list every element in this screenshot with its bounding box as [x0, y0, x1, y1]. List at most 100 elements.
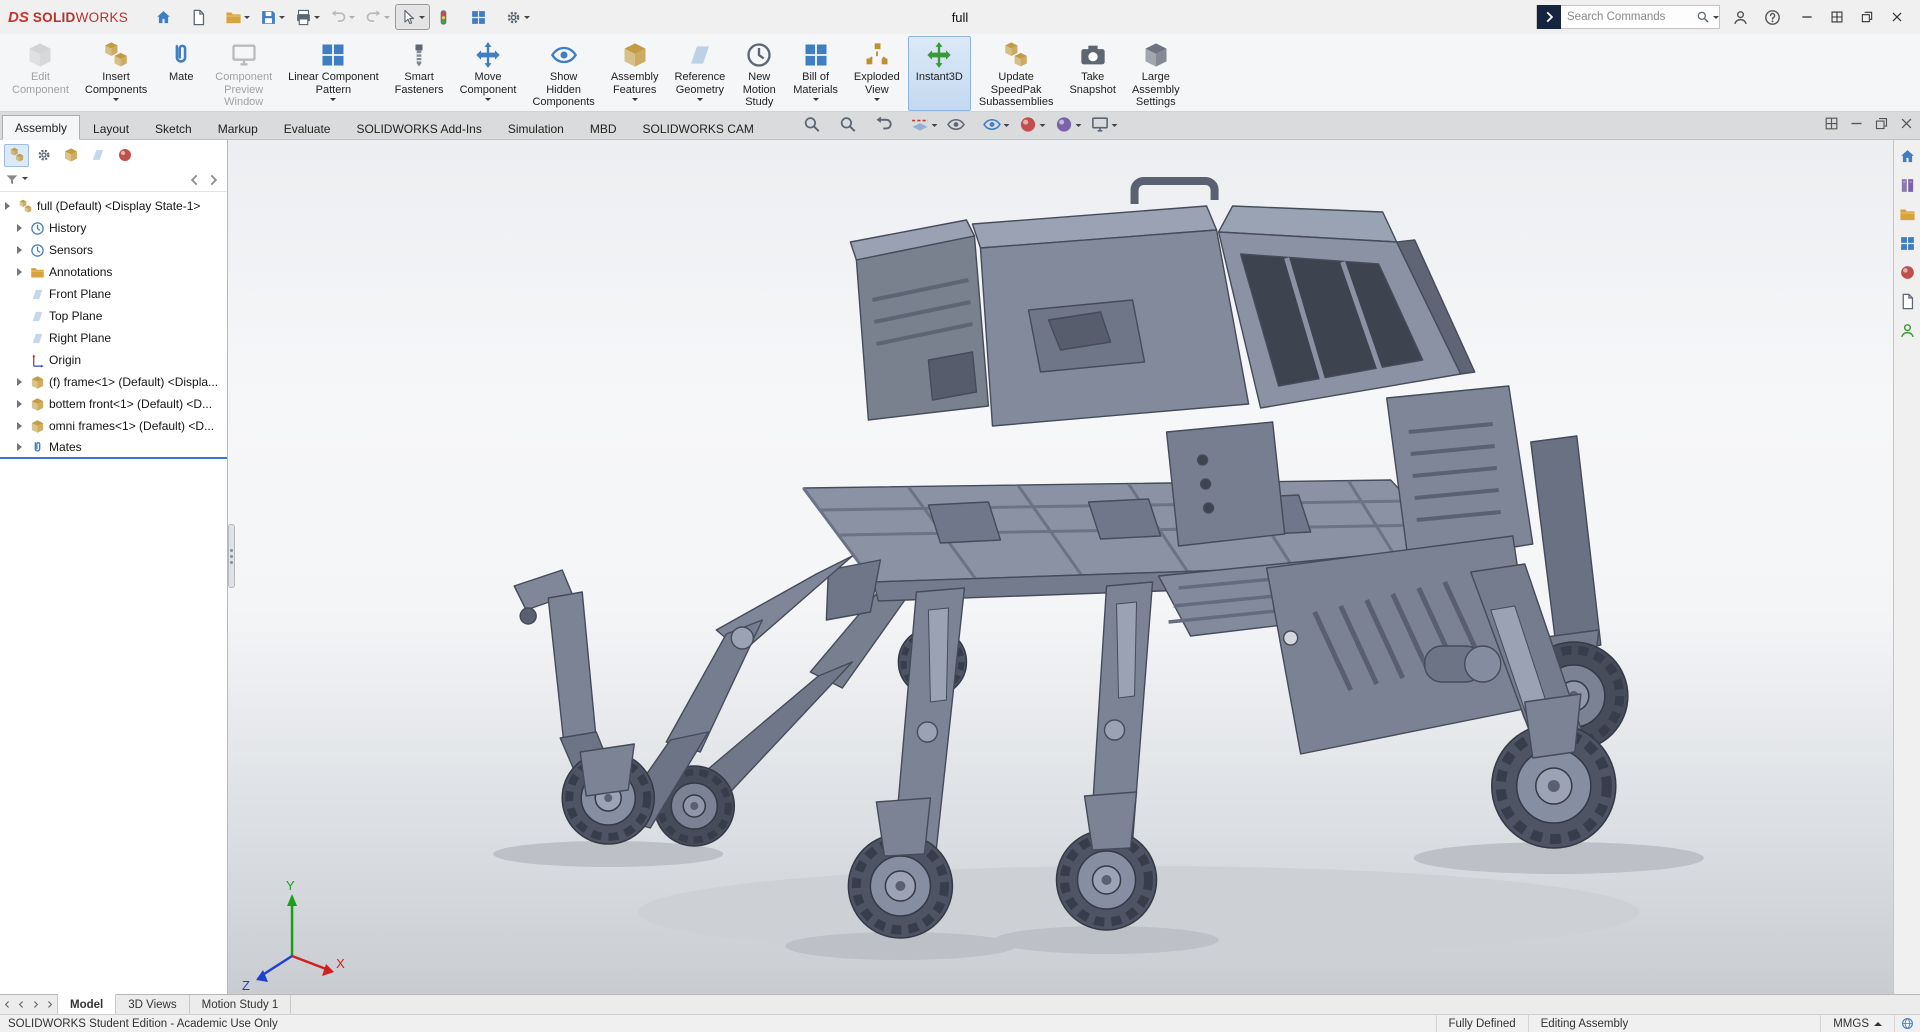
quick-access-button[interactable] — [465, 4, 500, 30]
ribbon-button[interactable]: Reference Geometry — [667, 36, 734, 111]
doc-window-button[interactable] — [1874, 116, 1889, 134]
search-icon[interactable] — [1696, 10, 1710, 24]
manager-tab[interactable] — [58, 144, 83, 167]
ribbon-button[interactable]: Assembly Features — [603, 36, 667, 111]
manager-tab[interactable] — [112, 144, 137, 167]
tree-item[interactable]: Annotations — [0, 261, 227, 283]
view-toolbar-button[interactable] — [800, 113, 833, 136]
tree-item[interactable]: Top Plane — [0, 305, 227, 327]
command-tab[interactable]: Simulation — [495, 116, 577, 140]
tab-scroll-right-icon[interactable] — [206, 173, 220, 187]
task-pane-tab[interactable] — [1896, 232, 1918, 254]
ribbon-button[interactable]: Component Preview Window — [207, 36, 280, 111]
view-toolbar-button[interactable] — [872, 113, 905, 136]
doc-window-button[interactable] — [1899, 116, 1914, 134]
view-toolbar-button[interactable] — [1052, 113, 1085, 136]
ribbon-button[interactable]: Insert Components — [77, 36, 155, 111]
web-status-button[interactable] — [1894, 1015, 1920, 1032]
quick-access-button[interactable] — [395, 4, 430, 30]
tree-item[interactable]: Origin — [0, 349, 227, 371]
ribbon-button[interactable]: Update SpeedPak Subassemblies — [971, 36, 1062, 111]
window-control-button[interactable] — [1792, 4, 1822, 30]
command-tab[interactable]: Assembly — [2, 115, 80, 140]
ribbon-button[interactable]: Exploded View — [846, 36, 908, 111]
doc-window-button[interactable] — [1824, 116, 1839, 134]
command-tab[interactable]: Layout — [80, 116, 142, 140]
ribbon-button[interactable]: Edit Component — [4, 36, 77, 111]
filter-caret-icon[interactable] — [22, 177, 28, 183]
task-pane-tab[interactable] — [1896, 261, 1918, 283]
tree-item[interactable]: full (Default) <Display State-1> — [0, 195, 227, 217]
panel-splitter-handle[interactable] — [228, 524, 235, 588]
view-toolbar-button[interactable] — [836, 113, 869, 136]
quick-access-button[interactable] — [290, 4, 325, 30]
document-tab[interactable]: 3D Views — [116, 995, 189, 1014]
quick-access-button[interactable] — [150, 4, 185, 30]
tab-scroll-button[interactable] — [17, 998, 26, 1012]
view-toolbar-button[interactable] — [908, 113, 941, 136]
expand-caret-icon[interactable] — [17, 422, 26, 430]
graphics-viewport[interactable]: Y X Z — [228, 140, 1893, 994]
task-pane-tab[interactable] — [1896, 145, 1918, 167]
tree-item[interactable]: Right Plane — [0, 327, 227, 349]
task-pane-tab[interactable] — [1896, 174, 1918, 196]
command-tab[interactable]: Evaluate — [271, 116, 344, 140]
quick-access-button[interactable] — [360, 4, 395, 30]
command-tab[interactable]: Sketch — [142, 116, 205, 140]
quick-access-button[interactable] — [325, 4, 360, 30]
tree-item[interactable]: Mates — [0, 437, 227, 459]
expand-caret-icon[interactable] — [17, 246, 26, 254]
ribbon-button[interactable]: Instant3D — [908, 36, 971, 111]
quick-access-button[interactable] — [500, 4, 535, 30]
search-scope-caret-icon[interactable] — [1713, 16, 1719, 22]
user-account-button[interactable] — [1728, 5, 1752, 29]
command-tab[interactable]: MBD — [577, 116, 630, 140]
ribbon-button[interactable]: Move Component — [452, 36, 525, 111]
quick-access-button[interactable] — [220, 4, 255, 30]
doc-window-button[interactable] — [1849, 116, 1864, 134]
ribbon-button[interactable]: Large Assembly Settings — [1124, 36, 1188, 111]
command-tab[interactable]: SOLIDWORKS CAM — [630, 116, 767, 140]
manager-tab[interactable] — [85, 144, 110, 167]
manager-tab[interactable] — [31, 144, 56, 167]
search-input[interactable] — [1561, 7, 1693, 27]
expand-caret-icon[interactable] — [17, 378, 26, 386]
quick-access-button[interactable] — [185, 4, 220, 30]
task-pane-tab[interactable] — [1896, 290, 1918, 312]
ribbon-button[interactable]: Show Hidden Components — [524, 36, 602, 111]
tree-item[interactable]: Front Plane — [0, 283, 227, 305]
ribbon-button[interactable]: Linear Component Pattern — [280, 36, 387, 111]
tree-item[interactable]: (f) frame<1> (Default) <Displa... — [0, 371, 227, 393]
tree-item[interactable]: bottem front<1> (Default) <D... — [0, 393, 227, 415]
assembly-model[interactable] — [514, 181, 1628, 848]
window-control-button[interactable] — [1852, 4, 1882, 30]
expand-caret-icon[interactable] — [17, 443, 26, 451]
view-toolbar-button[interactable] — [944, 113, 977, 136]
tab-scroll-left-icon[interactable] — [188, 173, 202, 187]
view-toolbar-button[interactable] — [1088, 113, 1121, 136]
expand-caret-icon[interactable] — [17, 400, 26, 408]
tree-item[interactable]: Sensors — [0, 239, 227, 261]
model-3d-view[interactable]: Y X Z — [228, 140, 1893, 994]
window-control-button[interactable] — [1822, 4, 1852, 30]
task-pane-tab[interactable] — [1896, 319, 1918, 341]
command-tab[interactable]: Markup — [205, 116, 271, 140]
tree-item[interactable]: History — [0, 217, 227, 239]
search-launch-button[interactable] — [1537, 5, 1561, 29]
tree-item[interactable]: omni frames<1> (Default) <D... — [0, 415, 227, 437]
ribbon-button[interactable]: Mate — [155, 36, 207, 111]
document-tab[interactable]: Model — [58, 994, 116, 1014]
ribbon-button[interactable]: New Motion Study — [733, 36, 785, 111]
tab-scroll-button[interactable] — [45, 998, 54, 1012]
expand-caret-icon[interactable] — [5, 202, 14, 210]
command-tab[interactable]: SOLIDWORKS Add-Ins — [343, 116, 494, 140]
help-button[interactable] — [1760, 5, 1784, 29]
view-toolbar-button[interactable] — [980, 113, 1013, 136]
ribbon-button[interactable]: Bill of Materials — [785, 36, 846, 111]
expand-caret-icon[interactable] — [17, 268, 26, 276]
tab-scroll-button[interactable] — [3, 998, 12, 1012]
unit-system-selector[interactable]: MMGS — [1820, 1015, 1894, 1032]
task-pane-tab[interactable] — [1896, 203, 1918, 225]
view-toolbar-button[interactable] — [1016, 113, 1049, 136]
quick-access-button[interactable] — [255, 4, 290, 30]
